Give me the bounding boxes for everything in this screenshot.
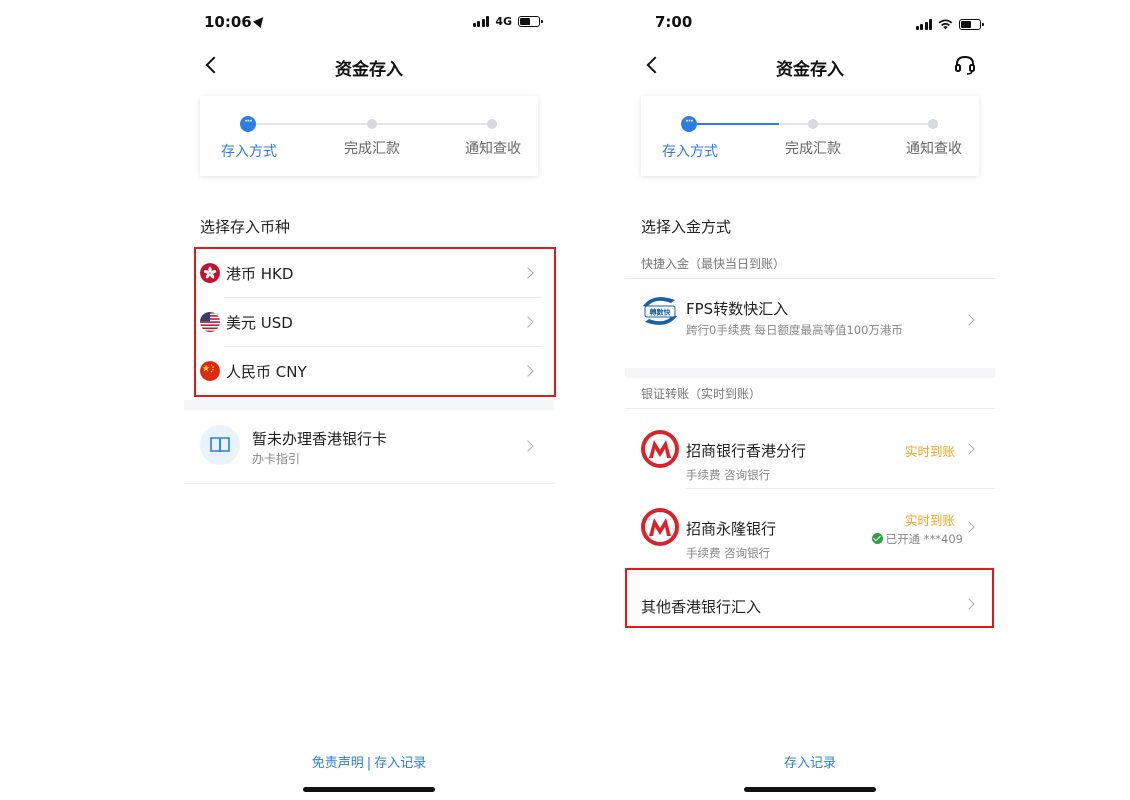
hk-flag-icon (200, 263, 220, 283)
bank-card-guide-item[interactable]: 暂未办理香港银行卡 办卡指引 (184, 412, 554, 484)
step-label-complete-transfer: 完成汇款 (344, 141, 400, 157)
footer-links: 存入记录 (625, 752, 995, 771)
bank-item-cmb-hk[interactable]: 招商银行香港分行 手续费 咨询银行 实时到账 (625, 410, 995, 488)
quick-deposit-header: 快捷入金（最快当日到账） (625, 249, 995, 279)
chevron-right-icon (963, 598, 975, 610)
home-indicator[interactable] (744, 787, 876, 792)
currency-item-usd[interactable]: 美元 USD (196, 297, 554, 346)
step-connector (813, 123, 933, 125)
svg-text:轉數快: 轉數快 (650, 308, 672, 317)
fps-logo-icon: 轉數快 (639, 294, 681, 328)
status-bar: 7:00 (625, 10, 995, 36)
currency-label: 美元 USD (226, 314, 293, 332)
currency-label: 人民币 CNY (226, 363, 307, 381)
headset-icon[interactable] (953, 53, 977, 77)
other-hk-bank-item[interactable]: 其他香港银行汇入 (625, 576, 995, 628)
fps-deposit-item[interactable]: 轉數快 FPS转数快汇入 跨行0手续费 每日额度最高等值100万港币 (625, 280, 995, 366)
cellular-signal-icon (915, 19, 932, 30)
section-gap (625, 368, 995, 378)
location-arrow-icon (252, 13, 267, 29)
page-title: 资金存入 (776, 60, 844, 80)
step-label-notify: 通知查收 (906, 141, 962, 157)
step-dot (808, 119, 818, 129)
step-label-notify: 通知查收 (465, 141, 521, 157)
opened-account-text: 已开通 ***409 (885, 532, 963, 546)
disclaimer-link[interactable]: 免责声明 (312, 756, 364, 771)
realtime-tag: 实时到账 (904, 513, 955, 528)
cellular-signal-icon (472, 16, 490, 27)
battery-icon (959, 19, 984, 30)
section-title: 选择存入币种 (200, 218, 291, 236)
step-connector-active (697, 123, 779, 125)
home-indicator[interactable] (303, 787, 435, 792)
battery-icon (518, 16, 543, 27)
currency-list: 港币 HKD 美元 USD 人民币 CNY (196, 248, 554, 395)
chevron-right-icon (522, 267, 534, 279)
steps-progress: 存入方式 完成汇款 通知查收 (200, 96, 538, 176)
bank-transfer-header: 银证转账（实时到账） (625, 379, 995, 409)
fps-subtitle: 跨行0手续费 每日额度最高等值100万港币 (686, 323, 903, 337)
nav-bar: 资金存入 (625, 50, 995, 82)
cmb-logo-icon (641, 430, 679, 468)
cmb-logo-icon (641, 508, 679, 546)
network-type: 4G (495, 15, 512, 28)
fps-title: FPS转数快汇入 (686, 300, 789, 318)
card-guide-subtitle: 办卡指引 (252, 452, 301, 466)
chevron-right-icon (963, 314, 975, 326)
step-dot-active (681, 116, 697, 132)
bank-subtitle: 手续费 咨询银行 (686, 468, 771, 482)
book-icon (200, 425, 240, 465)
check-circle-icon (871, 533, 883, 544)
footer-links: 免责声明 | 存入记录 (184, 752, 554, 771)
step-dot (367, 119, 377, 129)
left-screen: 10:06 4G 资金存入 存入方式 完成汇款 通知查收 选择存入币种 港币 H… (184, 0, 556, 800)
us-flag-icon (200, 312, 220, 332)
wifi-icon (938, 15, 953, 34)
step-connector (248, 123, 372, 125)
chevron-right-icon (963, 443, 975, 455)
card-guide-title: 暂未办理香港银行卡 (252, 430, 388, 448)
section-gap (625, 567, 995, 575)
bank-title: 招商银行香港分行 (686, 442, 807, 460)
status-time: 7:00 (655, 13, 693, 31)
step-dot (487, 119, 497, 129)
chevron-right-icon (522, 440, 534, 452)
status-time: 10:06 (204, 13, 267, 31)
deposit-records-link[interactable]: 存入记录 (784, 756, 836, 771)
other-bank-title: 其他香港银行汇入 (641, 598, 762, 616)
page-title: 资金存入 (335, 60, 403, 80)
step-connector (372, 123, 492, 125)
steps-progress: 存入方式 完成汇款 通知查收 (641, 96, 979, 176)
chevron-right-icon (522, 316, 534, 328)
currency-item-hkd[interactable]: 港币 HKD (196, 248, 554, 297)
status-bar: 10:06 4G (184, 10, 554, 36)
nav-bar: 资金存入 (184, 50, 554, 82)
bank-title: 招商永隆银行 (686, 520, 777, 538)
bank-item-cmb-wing-lung[interactable]: 招商永隆银行 手续费 咨询银行 实时到账 已开通 ***409 (625, 489, 995, 567)
footer-separator: | (366, 756, 372, 771)
step-label-deposit-method: 存入方式 (221, 144, 277, 160)
currency-label: 港币 HKD (226, 265, 294, 283)
chevron-right-icon (522, 365, 534, 377)
realtime-tag: 实时到账 (904, 444, 955, 459)
step-dot-active (240, 116, 256, 132)
currency-item-cny[interactable]: 人民币 CNY (196, 346, 554, 395)
step-dot (928, 119, 938, 129)
opened-status: 已开通 ***409 (871, 531, 963, 547)
section-gap (184, 400, 554, 410)
bank-subtitle: 手续费 咨询银行 (686, 546, 771, 560)
right-screen: 7:00 资金存入 存入方式 完成汇款 通知查收 选择入金方式 快捷入金（最快当… (625, 0, 995, 800)
deposit-records-link[interactable]: 存入记录 (374, 756, 426, 771)
step-label-deposit-method: 存入方式 (662, 144, 718, 160)
chevron-right-icon (963, 521, 975, 533)
section-title: 选择入金方式 (641, 218, 732, 236)
step-label-complete-transfer: 完成汇款 (785, 141, 841, 157)
cn-flag-icon (200, 361, 220, 381)
